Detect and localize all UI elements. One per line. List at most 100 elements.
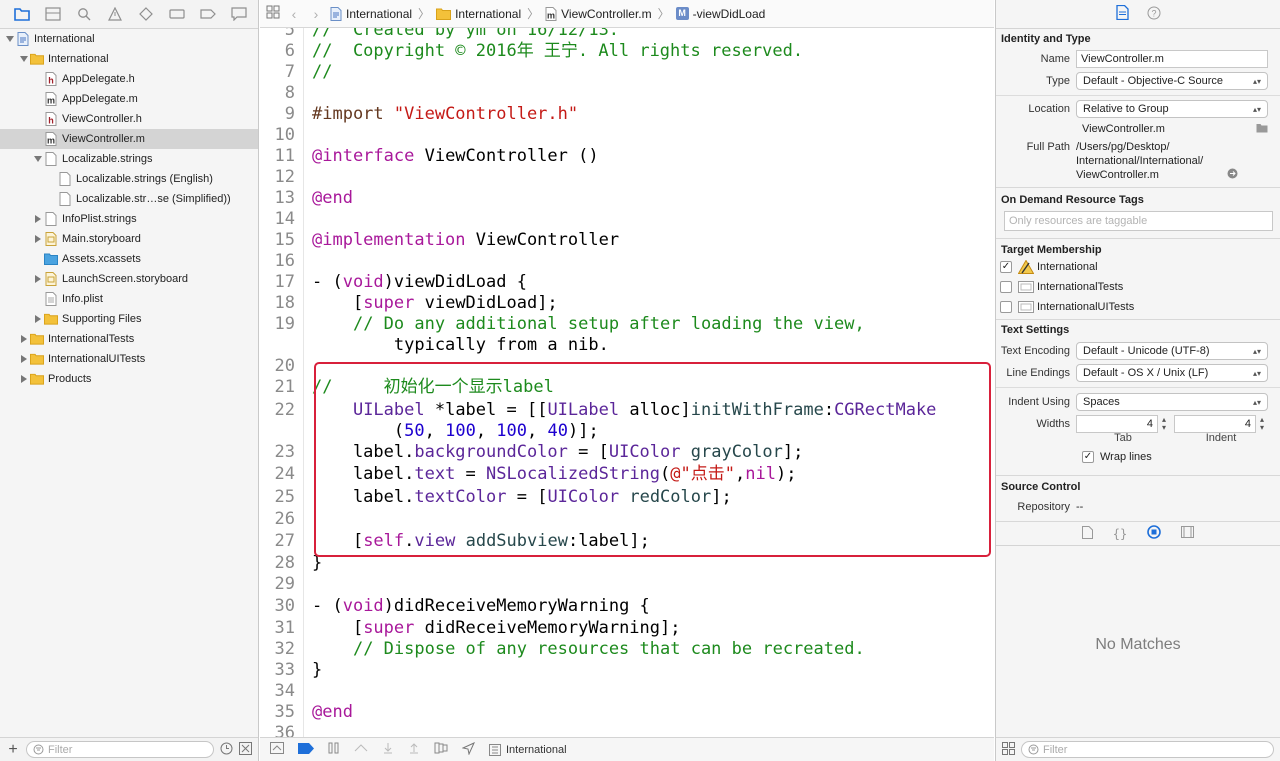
code-line[interactable]: } xyxy=(312,660,322,681)
disclosure-closed-icon[interactable] xyxy=(32,213,44,225)
view-hierarchy-icon[interactable] xyxy=(434,742,448,757)
nav-item[interactable]: Supporting Files xyxy=(0,309,258,329)
line-number: 36 xyxy=(274,723,295,737)
indent-width-stepper[interactable]: ▴ ▾ xyxy=(1256,416,1268,432)
file-template-icon[interactable] xyxy=(1081,525,1093,542)
nav-item[interactable]: h AppDelegate.h xyxy=(0,69,258,89)
search-icon[interactable] xyxy=(74,4,94,24)
disclosure-closed-icon[interactable] xyxy=(18,373,30,385)
crumb-file[interactable]: m ViewController.m xyxy=(545,6,652,21)
nav-item[interactable]: Assets.xcassets xyxy=(0,249,258,269)
pause-icon[interactable] xyxy=(328,742,340,757)
wrap-lines-checkbox[interactable]: ✓ xyxy=(1082,451,1094,463)
breakpoints-toggle-icon[interactable] xyxy=(298,742,314,757)
source-control-icon[interactable] xyxy=(43,4,63,24)
code-line[interactable]: // Created by ym on 16/12/13. xyxy=(312,28,619,41)
disclosure-closed-icon[interactable] xyxy=(32,233,44,245)
nav-item[interactable]: LaunchScreen.storyboard xyxy=(0,269,258,289)
step-over-icon[interactable] xyxy=(354,742,368,757)
tab-width-stepper[interactable]: ▴ ▾ xyxy=(1158,416,1170,432)
recent-files-icon[interactable] xyxy=(220,742,233,758)
step-out-icon[interactable] xyxy=(408,742,420,757)
location-popup[interactable]: Relative to Group ▴▾ xyxy=(1076,100,1268,118)
disclosure-closed-icon[interactable] xyxy=(32,273,44,285)
encoding-popup[interactable]: Default - Unicode (UTF-8) ▴▾ xyxy=(1076,342,1268,360)
code-line[interactable]: // Dispose of any resources that can be … xyxy=(312,639,865,660)
nav-item[interactable]: m ViewController.m xyxy=(0,129,258,149)
navigator-filter-field[interactable]: Filter xyxy=(26,741,214,758)
nav-item[interactable]: Localizable.strings xyxy=(0,149,258,169)
back-icon[interactable]: ‹ xyxy=(286,6,302,22)
location-icon[interactable] xyxy=(461,741,476,758)
nav-item[interactable]: Localizable.str…se (Simplified)) xyxy=(0,189,258,209)
nav-item[interactable]: InternationalUITests xyxy=(0,349,258,369)
code-line[interactable]: [super viewDidLoad]; xyxy=(312,293,558,314)
help-icon[interactable]: ? xyxy=(1147,6,1161,23)
line-endings-popup[interactable]: Default - OS X / Unix (LF) ▴▾ xyxy=(1076,364,1268,382)
warning-icon[interactable] xyxy=(105,4,125,24)
crumb-project[interactable]: International xyxy=(330,6,412,21)
nav-item[interactable]: InternationalTests xyxy=(0,329,258,349)
target-checkbox[interactable] xyxy=(1000,281,1012,293)
indent-width-field[interactable]: 4 xyxy=(1174,415,1256,433)
grid-view-icon[interactable] xyxy=(1002,741,1015,758)
disclosure-closed-icon[interactable] xyxy=(18,333,30,345)
target-checkbox[interactable]: ✓ xyxy=(1000,261,1012,273)
code-line[interactable]: - (void)viewDidLoad { xyxy=(312,272,527,293)
crumb-method[interactable]: M -viewDidLoad xyxy=(675,7,765,21)
hide-debug-area-icon[interactable] xyxy=(270,742,284,757)
add-icon[interactable]: + xyxy=(6,741,20,759)
code-line[interactable]: @interface ViewController () xyxy=(312,146,599,167)
code-line[interactable]: @implementation ViewController xyxy=(312,230,619,251)
method-badge: M xyxy=(675,7,689,20)
disclosure-open-icon[interactable] xyxy=(32,153,44,165)
disclosure-open-icon[interactable] xyxy=(18,53,30,65)
tab-width-field[interactable]: 4 xyxy=(1076,415,1158,433)
code-line[interactable]: // xyxy=(312,62,332,83)
reveal-in-finder-icon[interactable] xyxy=(1227,168,1238,183)
code-line[interactable]: [super didReceiveMemoryWarning]; xyxy=(312,618,681,639)
media-library-icon[interactable] xyxy=(1181,526,1195,541)
debug-icon[interactable] xyxy=(167,4,187,24)
object-library-icon[interactable] xyxy=(1147,525,1162,542)
forward-icon[interactable]: › xyxy=(308,6,324,22)
code-snippet-icon[interactable]: {} xyxy=(1113,527,1127,541)
breakpoint-icon[interactable] xyxy=(198,4,218,24)
code-line[interactable]: - (void)didReceiveMemoryWarning { xyxy=(312,596,650,617)
nav-item[interactable]: h ViewController.h xyxy=(0,109,258,129)
report-icon[interactable] xyxy=(229,4,249,24)
nav-item[interactable]: International xyxy=(0,49,258,69)
name-field[interactable]: ViewController.m xyxy=(1076,50,1268,68)
nav-item[interactable]: Main.storyboard xyxy=(0,229,258,249)
step-into-icon[interactable] xyxy=(382,742,394,757)
code-line[interactable]: @end xyxy=(312,188,353,209)
nav-item[interactable]: Localizable.strings (English) xyxy=(0,169,258,189)
disclosure-closed-icon[interactable] xyxy=(32,313,44,325)
nav-item[interactable]: Info.plist xyxy=(0,289,258,309)
crumb-group[interactable]: International xyxy=(436,7,521,21)
indent-using-popup[interactable]: Spaces ▴▾ xyxy=(1076,393,1268,411)
code-line[interactable]: @end xyxy=(312,702,353,723)
choose-folder-icon[interactable] xyxy=(1256,123,1268,136)
file-inspector-icon[interactable] xyxy=(1115,4,1129,23)
code-line[interactable]: // Do any additional setup after loading… xyxy=(312,314,865,335)
section-header: Target Membership xyxy=(1001,244,1102,256)
related-items-icon[interactable] xyxy=(266,5,280,22)
target-checkbox[interactable] xyxy=(1000,301,1012,313)
code-line[interactable]: // Copyright © 2016年 王宁. All rights rese… xyxy=(312,41,803,62)
nav-item[interactable]: International xyxy=(0,29,258,49)
type-popup[interactable]: Default - Objective-C Source ▴▾ xyxy=(1076,72,1268,90)
folder-icon[interactable] xyxy=(12,4,32,24)
nav-item[interactable]: m AppDelegate.m xyxy=(0,89,258,109)
scm-filter-icon[interactable] xyxy=(239,741,252,758)
code-line[interactable]: typically from a nib. xyxy=(312,335,609,356)
scheme-target[interactable]: International xyxy=(489,743,567,756)
nav-item[interactable]: InfoPlist.strings xyxy=(0,209,258,229)
test-icon[interactable] xyxy=(136,4,156,24)
code-line[interactable]: #import "ViewController.h" xyxy=(312,104,578,125)
disclosure-closed-icon[interactable] xyxy=(18,353,30,365)
nav-item[interactable]: Products xyxy=(0,369,258,389)
library-filter-field[interactable]: Filter xyxy=(1021,741,1274,758)
tags-field[interactable]: Only resources are taggable xyxy=(1004,211,1273,231)
disclosure-open-icon[interactable] xyxy=(4,33,16,45)
